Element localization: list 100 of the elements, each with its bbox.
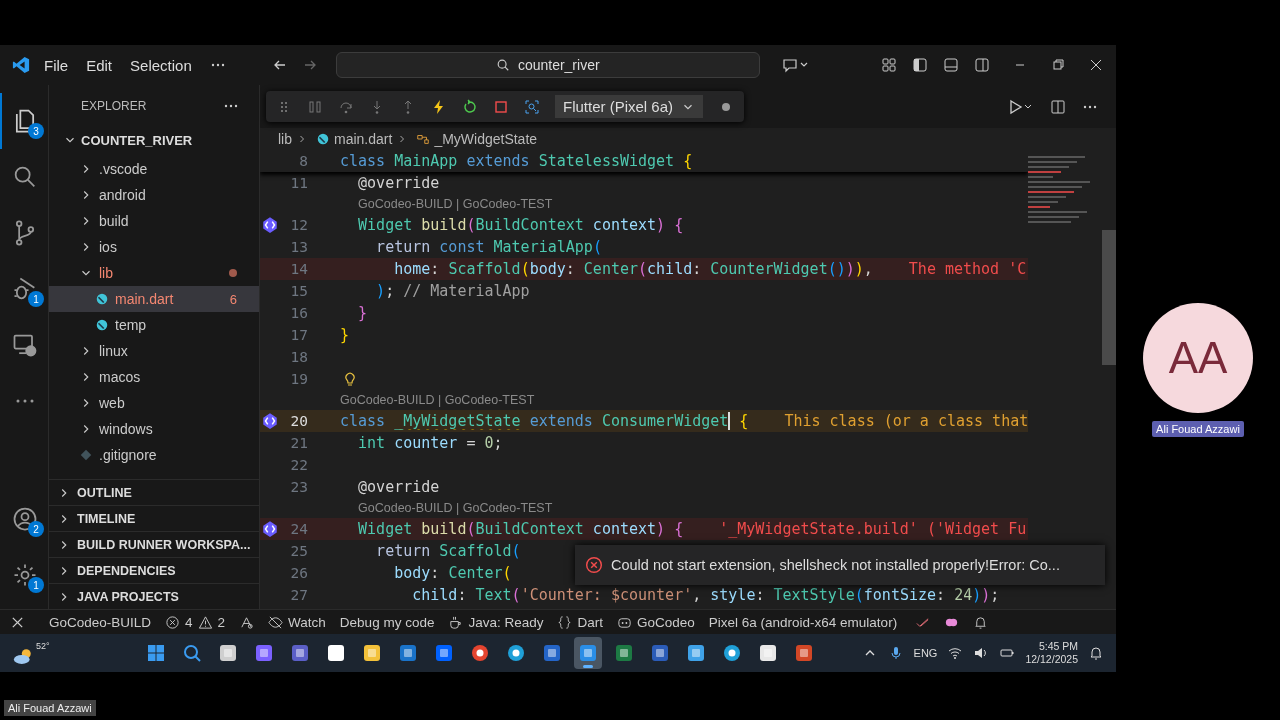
search-logo-icon	[181, 643, 202, 663]
modified-dot	[229, 269, 237, 277]
line-number: 15	[290, 283, 308, 299]
extension-status[interactable]: GoCodeo	[617, 614, 695, 630]
extension-marker-icon[interactable]	[261, 216, 279, 234]
menu-item[interactable]: File	[44, 56, 69, 74]
watch-item[interactable]: Watch	[268, 614, 326, 630]
notification-message: Could not start extension, shellsheck not installed properly!Error: Co...	[611, 557, 1060, 573]
device-dropdown[interactable]: Flutter (Pixel 6a)	[555, 95, 704, 118]
extension-marker-icon[interactable]	[261, 412, 279, 430]
line-number: 17	[290, 327, 308, 343]
layout-icon[interactable]	[881, 57, 897, 73]
secondary-sidebar-icon[interactable]	[974, 57, 990, 73]
code-line: body: Center(	[393, 564, 512, 582]
run-icon[interactable]	[1008, 98, 1034, 115]
wifi-icon[interactable]	[947, 645, 964, 661]
line-number: 16	[290, 305, 308, 321]
problems-indicator[interactable]: 4 2	[165, 614, 226, 630]
inline-diagnostic: '_MyWidgetState.build' ('Widget Fu	[719, 520, 1027, 538]
inline-diagnostic: This class (or a class that	[784, 412, 1028, 430]
tree-item[interactable]: web	[49, 390, 259, 416]
breadcrumb[interactable]: main.dart	[334, 131, 393, 147]
code-lens[interactable]: GoCodeo-BUILD | GoCodeo-TEST	[358, 197, 553, 211]
lightbulb-icon[interactable]	[342, 371, 358, 387]
tree-item[interactable]: .gitignore	[49, 442, 259, 468]
tree-item[interactable]: android	[49, 182, 259, 208]
line-number: 13	[290, 239, 308, 255]
line-number: 24	[290, 521, 308, 537]
menu-item[interactable]: Selection	[130, 56, 192, 74]
chat-icon[interactable]	[781, 57, 808, 73]
warning-icon	[197, 614, 213, 630]
windows-logo-icon	[145, 643, 166, 663]
code-line: class _MyWidgetState extends ConsumerWidget {	[340, 411, 749, 431]
bell-icon[interactable]	[973, 614, 989, 630]
dart-file-icon	[95, 292, 109, 306]
diamond-file-icon	[79, 448, 93, 462]
line-number: 23	[290, 479, 308, 495]
line-number: 20	[290, 413, 308, 429]
code-line: }	[340, 326, 350, 344]
inspect-icon[interactable]	[524, 98, 540, 115]
line-number: 22	[290, 457, 308, 473]
language-mode[interactable]: Dart	[557, 614, 603, 630]
tree-item[interactable]: linux	[49, 338, 259, 364]
cup-icon	[448, 614, 464, 630]
split-editor-icon[interactable]	[1050, 98, 1066, 115]
search-icon	[495, 58, 510, 72]
dart-file-icon	[95, 318, 109, 332]
line-number: 26	[290, 565, 308, 581]
java-status[interactable]: Java: Ready	[448, 614, 544, 630]
status-item[interactable]: Debug my code	[339, 614, 435, 630]
weather-widget[interactable]: 52°	[12, 641, 50, 665]
participant-avatar: AA	[1143, 303, 1253, 413]
code-lens[interactable]: GoCodeo-BUILD | GoCodeo-TEST	[358, 501, 553, 515]
tree-item[interactable]: macos	[49, 364, 259, 390]
restart-icon[interactable]	[462, 98, 478, 115]
error-icon	[165, 614, 181, 630]
broadcast-icon[interactable]	[239, 614, 255, 630]
braces-icon	[557, 614, 573, 630]
tree-item[interactable]: windows	[49, 416, 259, 442]
project-header[interactable]: COUNTER_RIVER	[49, 127, 259, 153]
code-line: class MainApp extends StatelessWidget {	[340, 152, 693, 170]
line-number: 21	[290, 435, 308, 451]
tree-item[interactable]: .vscode	[49, 156, 259, 182]
tree-item[interactable]: main.dart 6	[49, 286, 259, 312]
tree-item[interactable]: ios	[49, 234, 259, 260]
panel-toggle-icon[interactable]	[943, 57, 959, 73]
class-icon	[416, 132, 431, 146]
extension-marker-icon[interactable]	[261, 520, 279, 538]
status-item[interactable]: GoCodeo-BUILD	[49, 614, 152, 630]
close-icon[interactable]	[1088, 57, 1104, 73]
tree-item[interactable]: temp	[49, 312, 259, 338]
breadcrumb[interactable]: lib	[278, 131, 292, 147]
presenter-name: Ali Fouad Azzawi	[4, 700, 96, 716]
line-number: 25	[290, 543, 308, 559]
clock[interactable]: 5:45 PM 12/12/2025	[1025, 640, 1078, 666]
search-field[interactable]: counter_river	[335, 52, 760, 78]
code-line: return const MaterialApp(	[375, 238, 602, 256]
code-lens[interactable]: GoCodeo-BUILD | GoCodeo-TEST	[340, 393, 535, 407]
tree-item[interactable]: lib	[49, 260, 259, 286]
language-indicator[interactable]: ENG	[913, 647, 938, 659]
inline-diagnostic: The method 'C	[908, 260, 1027, 278]
stop-icon[interactable]	[493, 98, 509, 115]
code-line: }	[357, 304, 368, 322]
menu-item[interactable]: Edit	[86, 56, 113, 74]
code-line: home: Scaffold(body: Center(child: CounterWidget())),	[393, 260, 873, 278]
status-item[interactable]: Pixel 6a (android-x64 emulator)	[708, 614, 898, 630]
error-icon	[585, 556, 603, 574]
code-line: ); // MaterialApp	[375, 282, 530, 300]
participant-name: Ali Fouad Azzawi	[1152, 421, 1244, 437]
restore-icon[interactable]	[1050, 57, 1066, 73]
tree-item[interactable]: build	[49, 208, 259, 234]
breadcrumb[interactable]: _MyWidgetState	[434, 131, 538, 147]
sidebar-toggle-icon[interactable]	[912, 57, 928, 73]
dart-file-icon	[316, 132, 330, 146]
bell-icon[interactable]	[1088, 645, 1104, 661]
code-line: @override	[357, 174, 440, 192]
code-line: Widget build(BuildContext context) {	[357, 520, 684, 538]
pause-icon[interactable]	[307, 98, 323, 115]
explorer-title: EXPLORER	[81, 99, 147, 113]
line-number: 18	[290, 349, 308, 365]
